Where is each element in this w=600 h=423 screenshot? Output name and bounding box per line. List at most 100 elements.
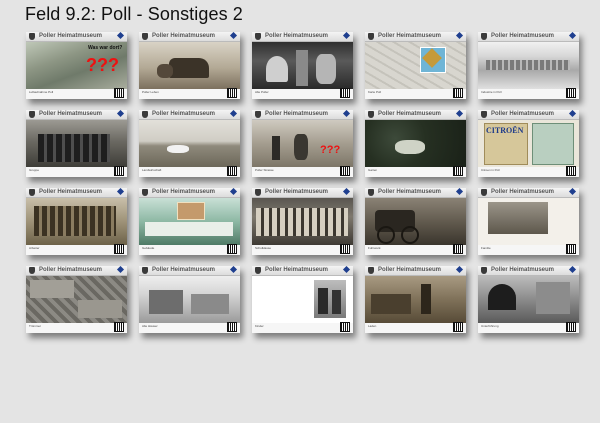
poster-card[interactable]: Poller Heimatmuseum Alte Poller [252, 32, 353, 99]
museum-name: Poller Heimatmuseum [378, 189, 442, 195]
poster-caption: Luftaufnahme Poll [29, 90, 54, 94]
poster-photo [252, 276, 353, 323]
poster-card[interactable]: Poller Heimatmuseum Alte Häuser [139, 266, 240, 333]
emblem-icon [29, 189, 35, 196]
museum-name: Poller Heimatmuseum [39, 111, 103, 117]
poster-card[interactable]: Poller Heimatmuseum Laden [365, 266, 466, 333]
poster-caption: Arbeiter [29, 246, 40, 250]
poster-card[interactable]: Poller Heimatmuseum Garten [365, 110, 466, 177]
emblem-icon [481, 267, 487, 274]
qr-code-icon [114, 88, 124, 98]
emblem-icon [29, 33, 35, 40]
poster-card[interactable]: Poller Heimatmuseum Schulklasse [252, 188, 353, 255]
emblem-icon [368, 189, 374, 196]
poster-card[interactable]: Poller Heimatmuseum Familie [478, 188, 579, 255]
poster-caption: Schulklasse [255, 246, 272, 250]
museum-name: Poller Heimatmuseum [491, 189, 555, 195]
poster-photo [139, 120, 240, 167]
poster-card[interactable]: Poller Heimatmuseum Trümmer [26, 266, 127, 333]
poster-caption: Poller Strasse [255, 168, 274, 172]
poster-grid: Poller Heimatmuseum ??? Was war dort? Lu… [26, 32, 586, 342]
museum-name: Poller Heimatmuseum [39, 33, 103, 39]
diamond-icon [568, 110, 577, 118]
diamond-icon [229, 188, 238, 196]
poster-card[interactable]: Poller Heimatmuseum Kinder [252, 266, 353, 333]
poster-caption: Unterführung [481, 324, 499, 328]
poster-caption: Citroen in Poll [481, 168, 500, 172]
poster-caption: Alte Häuser [142, 324, 158, 328]
poster-caption: Trümmer [29, 324, 42, 328]
qr-code-icon [114, 322, 124, 332]
diamond-icon [229, 266, 238, 274]
diamond-icon [342, 110, 351, 118]
museum-name: Poller Heimatmuseum [378, 33, 442, 39]
qr-code-icon [566, 244, 576, 254]
qr-code-icon [566, 322, 576, 332]
poster-card[interactable]: Poller Heimatmuseum Industrie in Poll [478, 32, 579, 99]
poster-caption: Landwirtschaft [142, 168, 162, 172]
emblem-icon [255, 267, 261, 274]
museum-name: Poller Heimatmuseum [152, 189, 216, 195]
poster-photo [478, 276, 579, 323]
poster-photo [478, 198, 579, 245]
qr-code-icon [340, 166, 350, 176]
qr-code-icon [566, 88, 576, 98]
poster-card[interactable]: Poller Heimatmuseum Gruppe [26, 110, 127, 177]
poster-photo [26, 198, 127, 245]
poster-photo [26, 276, 127, 323]
poster-photo [365, 42, 466, 89]
diamond-icon [342, 188, 351, 196]
emblem-icon [368, 33, 374, 40]
qr-code-icon [114, 244, 124, 254]
poster-card[interactable]: Poller Heimatmuseum Karte Poll [365, 32, 466, 99]
qr-code-icon [453, 244, 463, 254]
emblem-icon [481, 33, 487, 40]
poster-caption: Familie [481, 246, 491, 250]
qr-code-icon [227, 322, 237, 332]
citroen-logo: CITROËN [486, 126, 524, 135]
poster-card[interactable]: Poller Heimatmuseum Arbeiter [26, 188, 127, 255]
museum-name: Poller Heimatmuseum [265, 189, 329, 195]
museum-name: Poller Heimatmuseum [265, 33, 329, 39]
poster-photo [26, 120, 127, 167]
poster-card[interactable]: Poller Heimatmuseum ??? Poller Strasse [252, 110, 353, 177]
qr-code-icon [227, 88, 237, 98]
museum-name: Poller Heimatmuseum [39, 267, 103, 273]
poster-card[interactable]: Poller Heimatmuseum Landwirtschaft [139, 110, 240, 177]
museum-name: Poller Heimatmuseum [39, 189, 103, 195]
poster-caption: Laden [368, 324, 377, 328]
qr-code-icon [114, 166, 124, 176]
question-marks: ??? [86, 55, 119, 75]
museum-name: Poller Heimatmuseum [152, 111, 216, 117]
emblem-icon [368, 267, 374, 274]
poster-caption: Kinder [255, 324, 264, 328]
poster-caption: Karte Poll [368, 90, 382, 94]
poster-card[interactable]: Poller Heimatmuseum Unterführung [478, 266, 579, 333]
qr-code-icon [453, 166, 463, 176]
emblem-icon [142, 267, 148, 274]
poster-photo [139, 198, 240, 245]
poster-card[interactable]: Poller Heimatmuseum Poller Leben [139, 32, 240, 99]
emblem-icon [29, 267, 35, 274]
diamond-icon [342, 32, 351, 40]
qr-code-icon [340, 244, 350, 254]
diamond-icon [455, 266, 464, 274]
poster-photo [365, 276, 466, 323]
poster-card[interactable]: Poller Heimatmuseum Gebäude [139, 188, 240, 255]
museum-name: Poller Heimatmuseum [491, 111, 555, 117]
page-title: Feld 9.2: Poll - Sonstiges 2 [25, 4, 243, 24]
poster-photo [365, 198, 466, 245]
poster-photo: ??? [252, 120, 353, 167]
qr-code-icon [566, 166, 576, 176]
poster-caption: Gruppe [29, 168, 40, 172]
poster-photo [365, 120, 466, 167]
diamond-icon [116, 110, 125, 118]
poster-card[interactable]: Poller Heimatmuseum CITROËN Citroen in P… [478, 110, 579, 177]
poster-card[interactable]: Poller Heimatmuseum ??? Was war dort? Lu… [26, 32, 127, 99]
museum-name: Poller Heimatmuseum [378, 267, 442, 273]
emblem-icon [481, 111, 487, 118]
question-marks: ??? [320, 144, 341, 156]
emblem-icon [255, 33, 261, 40]
poster-card[interactable]: Poller Heimatmuseum Fuhrwerk [365, 188, 466, 255]
poster-caption: Garten [368, 168, 378, 172]
